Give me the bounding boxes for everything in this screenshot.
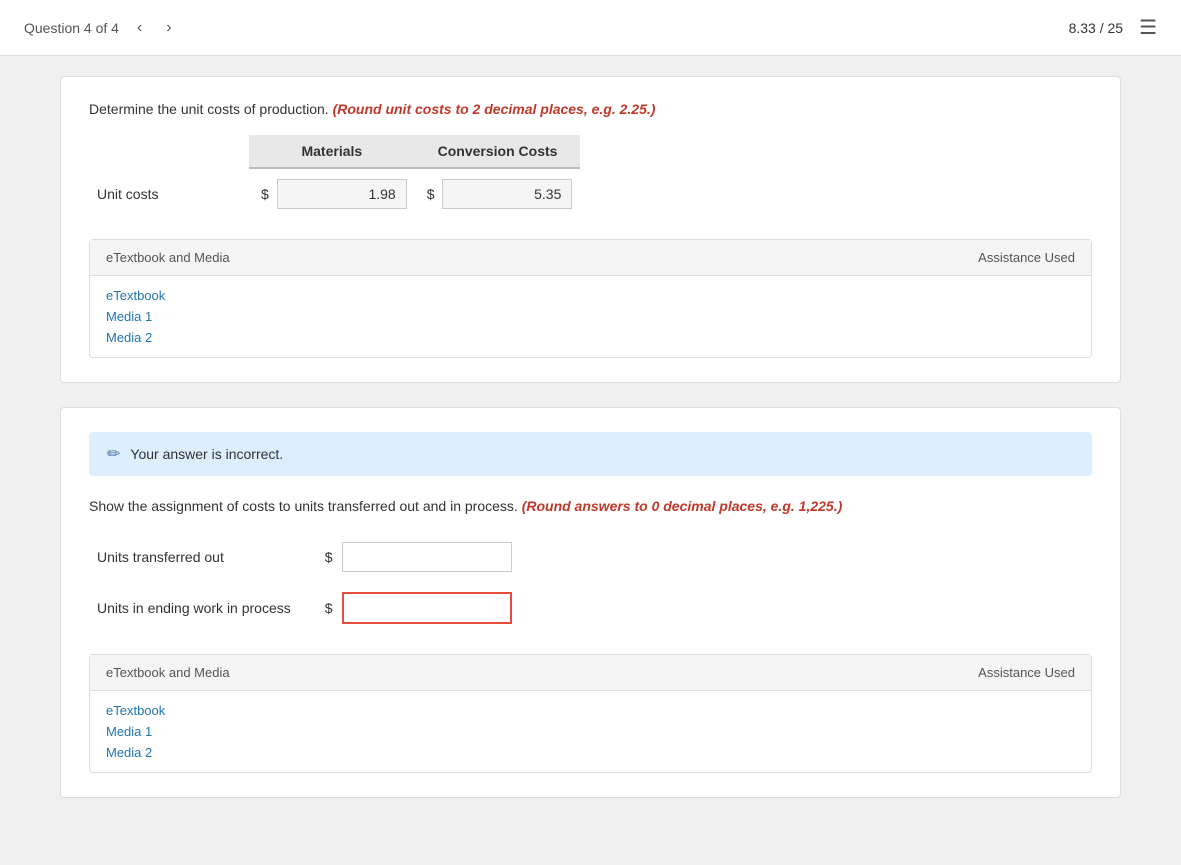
media1-link-1[interactable]: Media 1 (106, 309, 1075, 324)
score-display: 8.33 / 25 (1069, 20, 1124, 36)
etextbook-section-1: eTextbook and Media Assistance Used eTex… (89, 239, 1092, 358)
transferred-out-row: Units transferred out $ (89, 532, 520, 582)
etextbook-link-2[interactable]: eTextbook (106, 703, 1075, 718)
incorrect-banner: ✏ Your answer is incorrect. (89, 432, 1092, 476)
cost-table: Materials Conversion Costs Unit costs $ … (89, 135, 580, 219)
assistance-used-label-2: Assistance Used (978, 665, 1075, 680)
question-label: Question 4 of 4 (24, 20, 119, 36)
materials-dollar: $ (257, 186, 273, 202)
media2-link-1[interactable]: Media 2 (106, 330, 1075, 345)
media2-link-2[interactable]: Media 2 (106, 745, 1075, 760)
page-content: Determine the unit costs of production. … (0, 56, 1181, 842)
ending-wip-row: Units in ending work in process $ (89, 582, 520, 634)
materials-header: Materials (249, 135, 415, 168)
etextbook-label-2: eTextbook and Media (106, 665, 230, 680)
etextbook-header-2: eTextbook and Media Assistance Used (90, 655, 1091, 691)
ending-wip-input[interactable] (342, 592, 512, 624)
unit-costs-card: Determine the unit costs of production. … (60, 76, 1121, 383)
transferred-out-label: Units transferred out (89, 532, 311, 582)
ending-wip-label: Units in ending work in process (89, 582, 311, 634)
conversion-dollar: $ (423, 186, 439, 202)
etextbook-body-2: eTextbook Media 1 Media 2 (90, 691, 1091, 772)
prev-button[interactable]: ‹ (131, 17, 148, 39)
pencil-icon: ✏ (107, 444, 120, 464)
conversion-header: Conversion Costs (415, 135, 581, 168)
unit-cost-instruction: Determine the unit costs of production. … (89, 101, 1092, 117)
transferred-out-input[interactable] (342, 542, 512, 572)
incorrect-message: Your answer is incorrect. (130, 446, 283, 462)
etextbook-label-1: eTextbook and Media (106, 250, 230, 265)
etextbook-link-1[interactable]: eTextbook (106, 288, 1075, 303)
top-bar: Question 4 of 4 ‹ › 8.33 / 25 ☰ (0, 0, 1181, 56)
score-area: 8.33 / 25 ☰ (1069, 15, 1157, 40)
assignment-instruction: Show the assignment of costs to units tr… (89, 498, 1092, 514)
unit-costs-label: Unit costs (89, 168, 249, 219)
transferred-dollar: $ (319, 549, 339, 565)
next-button[interactable]: › (160, 17, 177, 39)
etextbook-section-2: eTextbook and Media Assistance Used eTex… (89, 654, 1092, 773)
ending-wip-dollar: $ (319, 600, 339, 616)
etextbook-header-1: eTextbook and Media Assistance Used (90, 240, 1091, 276)
assignment-table: Units transferred out $ Units in ending … (89, 532, 520, 634)
conversion-input[interactable] (442, 179, 572, 209)
assistance-used-label-1: Assistance Used (978, 250, 1075, 265)
materials-input[interactable] (277, 179, 407, 209)
etextbook-body-1: eTextbook Media 1 Media 2 (90, 276, 1091, 357)
question-navigation: Question 4 of 4 ‹ › (24, 17, 178, 39)
unit-costs-row: Unit costs $ $ (89, 168, 580, 219)
media1-link-2[interactable]: Media 1 (106, 724, 1075, 739)
list-icon[interactable]: ☰ (1139, 15, 1157, 40)
assignment-card: ✏ Your answer is incorrect. Show the ass… (60, 407, 1121, 798)
